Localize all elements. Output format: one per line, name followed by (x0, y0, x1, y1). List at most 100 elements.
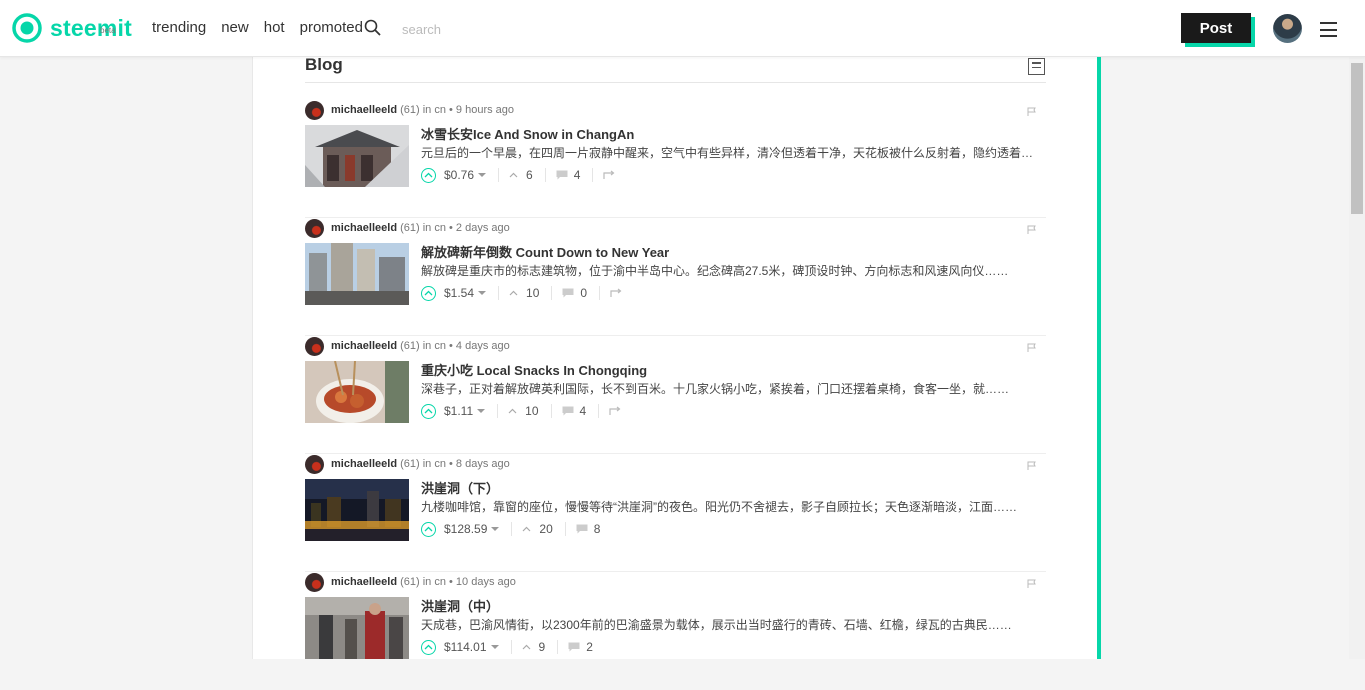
post-title[interactable]: 解放碑新年倒数 Count Down to New Year (421, 242, 669, 261)
author-avatar[interactable] (305, 572, 324, 592)
comment-icon (562, 288, 574, 298)
post-button[interactable]: Post (1181, 13, 1251, 43)
post-thumbnail[interactable] (305, 243, 409, 305)
payout-dropdown-icon[interactable] (478, 291, 487, 295)
author-avatar[interactable] (305, 336, 324, 356)
post-excerpt[interactable]: 天成巷，巴渝风情街，以2300年前的巴渝盛景为载体，展示出当时盛行的青砖、石墙、… (421, 616, 1045, 633)
flag-icon[interactable] (1027, 579, 1036, 588)
post-excerpt[interactable]: 元旦后的一个早晨，在四周一片寂静中醒来，空气中有些异样，清冷但透着干净，天花板被… (421, 144, 1045, 161)
author-name[interactable]: michaelleeld (331, 104, 397, 116)
author-reputation: (61) (400, 340, 420, 352)
flag-icon[interactable] (1027, 225, 1036, 234)
nav-promoted[interactable]: promoted (300, 19, 363, 36)
comment-count[interactable]: 8 (594, 522, 601, 536)
author-avatar[interactable] (305, 454, 324, 474)
upvote-icon[interactable] (421, 167, 436, 183)
top-header: steemit beta trending new hot promoted P… (0, 0, 1365, 57)
author-row: michaelleeld (61) in cn • 2 days ago (305, 218, 510, 238)
reblog-icon[interactable] (609, 406, 621, 416)
search-icon[interactable] (364, 19, 382, 37)
post-meta: in cn • 2 days ago (422, 222, 510, 234)
comment-icon (568, 642, 580, 652)
nav-new[interactable]: new (221, 19, 249, 36)
vote-count[interactable]: 20 (539, 522, 552, 536)
comment-count[interactable]: 4 (580, 404, 587, 418)
comment-count[interactable]: 2 (586, 640, 593, 654)
reblog-icon[interactable] (610, 288, 622, 298)
payout-dropdown-icon[interactable] (491, 527, 500, 531)
author-reputation: (61) (400, 458, 420, 470)
upvote-icon[interactable] (421, 285, 436, 301)
page-title: Blog (305, 55, 343, 74)
payout-value[interactable]: $1.11 (444, 404, 473, 418)
vote-count[interactable]: 10 (526, 286, 539, 300)
post-stats: $0.76 6 4 (421, 166, 615, 184)
flag-icon[interactable] (1027, 107, 1036, 116)
post-excerpt[interactable]: 深巷子，正对着解放碑英利国际，长不到百米。十几家火锅小吃，紧挨着，门口还摆着桌椅… (421, 380, 1045, 397)
reblog-icon[interactable] (603, 170, 615, 180)
beta-label: beta (100, 26, 116, 35)
vote-count[interactable]: 9 (539, 640, 546, 654)
post-title[interactable]: 洪崖洞（下） (421, 478, 499, 497)
divider (305, 82, 1046, 83)
author-name[interactable]: michaelleeld (331, 576, 397, 588)
steemit-logo-icon (12, 13, 42, 43)
comment-count[interactable]: 4 (574, 168, 581, 182)
post-title[interactable]: 重庆小吃 Local Snacks In Chongqing (421, 360, 647, 379)
author-row: michaelleeld (61) in cn • 10 days ago (305, 572, 516, 592)
user-avatar[interactable] (1273, 14, 1302, 43)
post-excerpt[interactable]: 九楼咖啡馆，靠窗的座位，慢慢等待“洪崖洞”的夜色。阳光仍不舍褪去，影子自顾拉长；… (421, 498, 1045, 515)
vote-count[interactable]: 6 (526, 168, 533, 182)
author-name[interactable]: michaelleeld (331, 222, 397, 234)
post-item: michaelleeld (61) in cn • 2 days ago 解放碑… (305, 218, 1046, 336)
post-excerpt[interactable]: 解放碑是重庆市的标志建筑物，位于渝中半岛中心。纪念碑高27.5米，碑顶设时钟、方… (421, 262, 1045, 279)
search-input[interactable] (400, 19, 550, 39)
upvote-icon[interactable] (421, 521, 436, 537)
post-meta: in cn • 4 days ago (422, 340, 510, 352)
flag-icon[interactable] (1027, 461, 1036, 470)
author-name[interactable]: michaelleeld (331, 340, 397, 352)
scrollbar-thumb[interactable] (1351, 63, 1363, 214)
payout-value[interactable]: $128.59 (444, 522, 487, 536)
brand-name: steemit (50, 14, 132, 41)
comment-count[interactable]: 0 (580, 286, 587, 300)
post-stats: $114.01 9 2 (421, 638, 605, 656)
nav-trending[interactable]: trending (152, 19, 206, 36)
author-avatar[interactable] (305, 100, 324, 120)
post-thumbnail[interactable] (305, 125, 409, 187)
payout-dropdown-icon[interactable] (477, 409, 486, 413)
post-meta: in cn • 9 hours ago (422, 104, 515, 116)
vote-count[interactable]: 10 (525, 404, 538, 418)
author-name[interactable]: michaelleeld (331, 458, 397, 470)
voters-icon (522, 644, 530, 650)
payout-value[interactable]: $1.54 (444, 286, 474, 300)
post-thumbnail[interactable] (305, 479, 409, 541)
author-reputation: (61) (400, 104, 420, 116)
layout-toggle-icon[interactable] (1028, 58, 1045, 75)
author-row: michaelleeld (61) in cn • 9 hours ago (305, 100, 514, 120)
author-reputation: (61) (400, 576, 420, 588)
post-thumbnail[interactable] (305, 597, 409, 659)
author-avatar[interactable] (305, 218, 324, 238)
author-reputation: (61) (400, 222, 420, 234)
nav-hot[interactable]: hot (264, 19, 285, 36)
post-item: michaelleeld (61) in cn • 8 days ago 洪崖洞… (305, 454, 1046, 572)
payout-dropdown-icon[interactable] (478, 173, 487, 177)
author-row: michaelleeld (61) in cn • 8 days ago (305, 454, 510, 474)
post-thumbnail[interactable] (305, 361, 409, 423)
flag-icon[interactable] (1027, 343, 1036, 352)
payout-dropdown-icon[interactable] (490, 645, 499, 649)
post-title[interactable]: 冰雪长安Ice And Snow in ChangAn (421, 124, 634, 143)
upvote-icon[interactable] (421, 403, 436, 419)
author-row: michaelleeld (61) in cn • 4 days ago (305, 336, 510, 356)
comment-icon (576, 524, 588, 534)
voters-icon (509, 290, 518, 296)
post-title[interactable]: 洪崖洞（中） (421, 596, 499, 615)
blog-panel: Blog michaelleeld (61) in cn • 9 hours a… (252, 55, 1101, 659)
comment-icon (556, 170, 568, 180)
post-stats: $1.54 10 0 (421, 284, 622, 302)
upvote-icon[interactable] (421, 639, 436, 655)
hamburger-menu-icon[interactable] (1320, 22, 1337, 37)
payout-value[interactable]: $114.01 (444, 640, 487, 654)
payout-value[interactable]: $0.76 (444, 168, 474, 182)
